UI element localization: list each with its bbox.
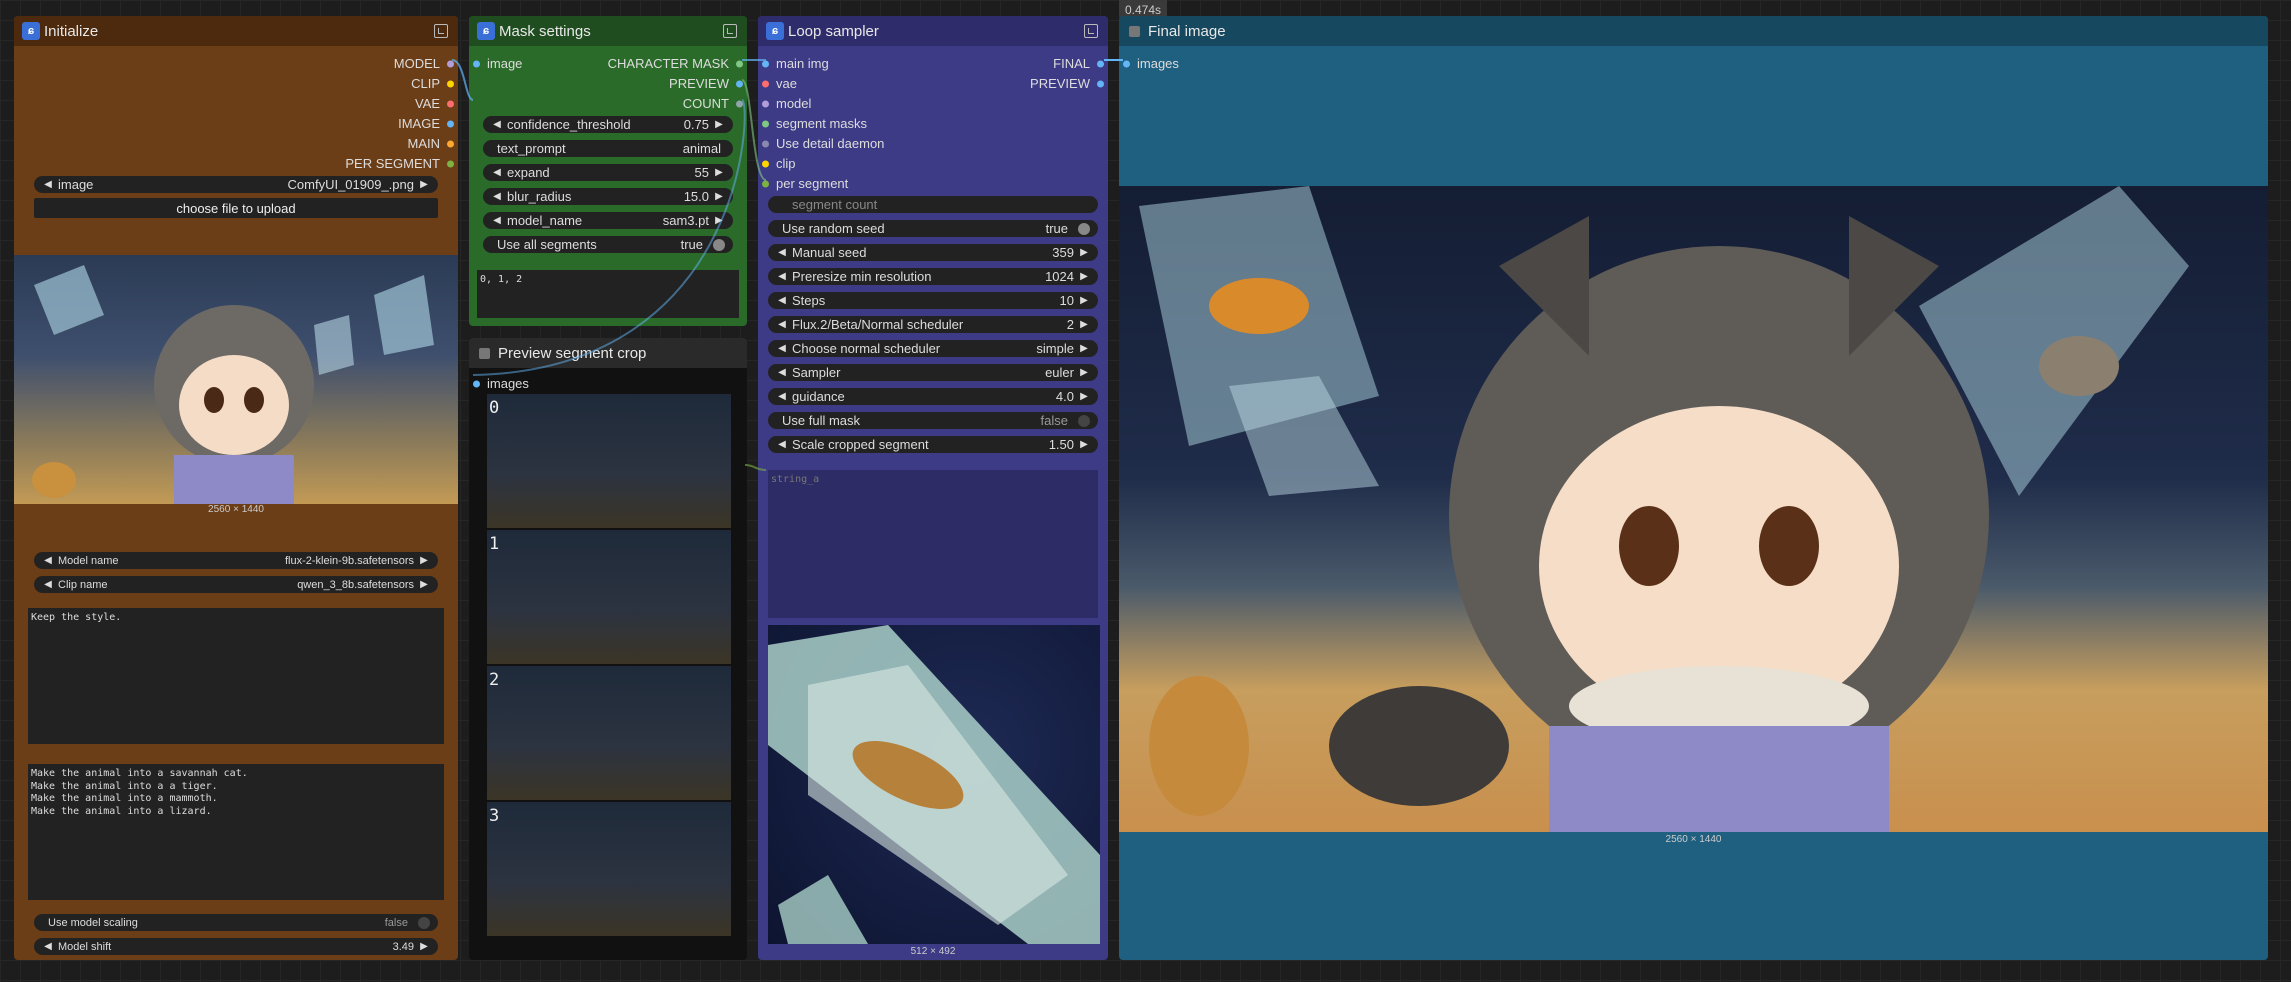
output-vae[interactable]: VAE [415, 96, 454, 111]
use-all-segments-toggle[interactable]: Use all segments true [483, 236, 733, 253]
collapse-square-icon[interactable] [479, 347, 490, 359]
string-a-textarea[interactable]: string_a [768, 470, 1098, 618]
confidence-threshold-widget[interactable]: ◀ confidence_threshold 0.75 ▶ [483, 116, 733, 133]
input-vae[interactable]: vae [762, 76, 797, 91]
upload-button[interactable]: choose file to upload [34, 198, 438, 218]
output-model[interactable]: MODEL [394, 56, 454, 71]
image-select-widget[interactable]: ◀ image ComfyUI_01909_.png ▶ [34, 176, 438, 193]
comfy-logo-icon: ɕ [477, 22, 495, 40]
segment-label-1: 1 [489, 534, 500, 554]
collapse-square-icon[interactable] [1129, 25, 1140, 37]
input-model[interactable]: model [762, 96, 811, 111]
scheduler-mode-widget[interactable]: ◀ Flux.2/Beta/Normal scheduler 2 ▶ [768, 316, 1098, 333]
sampler-widget[interactable]: ◀ Sampler euler ▶ [768, 364, 1098, 381]
raccoon-girl-final-illustration [1139, 186, 2189, 832]
crystal-lizard-closeup [768, 625, 1100, 944]
input-images[interactable]: images [1123, 56, 1179, 71]
loop-title-bar[interactable]: ɕ Loop sampler [758, 16, 1108, 46]
segment-prompts-textarea[interactable]: Make the animal into a savannah cat. Mak… [28, 764, 444, 900]
output-per-segment[interactable]: PER SEGMENT [345, 156, 454, 171]
output-final[interactable]: FINAL [1053, 56, 1104, 71]
use-model-scaling-toggle[interactable]: Use model scaling false [34, 914, 438, 931]
image-size-caption: 2560 × 1440 [208, 504, 264, 515]
scale-cropped-segment-widget[interactable]: ◀ Scale cropped segment 1.50 ▶ [768, 436, 1098, 453]
segment-index-textbox[interactable]: 0, 1, 2 [477, 270, 739, 318]
output-main[interactable]: MAIN [408, 136, 454, 151]
final-image-caption: 2560 × 1440 [1665, 834, 1722, 845]
input-segment-masks[interactable]: segment masks [762, 116, 867, 131]
final-image-node[interactable]: Final image images 2560 × 1440 [1119, 16, 2268, 960]
clip-name-widget[interactable]: ◀ Clip name qwen_3_8b.safetensors ▶ [34, 576, 438, 593]
segment-crop-3 [487, 802, 731, 936]
use-random-seed-toggle[interactable]: Use random seed true [768, 220, 1098, 237]
mask-title: Mask settings [499, 22, 591, 40]
mask-title-bar[interactable]: ɕ Mask settings [469, 16, 747, 46]
loop-sampler-node[interactable]: ɕ Loop sampler main img vae model segmen… [758, 16, 1108, 960]
model-name-widget[interactable]: ◀ Model name flux-2-klein-9b.safetensors ▶ [34, 552, 438, 569]
segment-label-0: 0 [489, 398, 500, 418]
input-images[interactable]: images [473, 376, 529, 391]
segment-label-2: 2 [489, 670, 500, 690]
normal-scheduler-widget[interactable]: ◀ Choose normal scheduler simple ▶ [768, 340, 1098, 357]
segment-crop-0 [487, 394, 731, 528]
use-full-mask-toggle[interactable]: Use full mask false [768, 412, 1098, 429]
input-image[interactable]: image [473, 56, 522, 71]
initialize-title: Initialize [44, 22, 99, 40]
final-title: Final image [1148, 22, 1226, 40]
segment-crop-2 [487, 666, 731, 800]
preview-segment-crop-node[interactable]: Preview segment crop images 0 1 2 3 [469, 338, 747, 960]
output-preview[interactable]: PREVIEW [669, 76, 743, 91]
model-shift-widget[interactable]: ◀ Model shift 3.49 ▶ [34, 938, 438, 955]
preresize-min-resolution-widget[interactable]: ◀ Preresize min resolution 1024 ▶ [768, 268, 1098, 285]
output-count[interactable]: COUNT [683, 96, 743, 111]
text-prompt-widget[interactable]: text_prompt animal [483, 140, 733, 157]
initialize-title-bar[interactable]: ɕ Initialize [14, 16, 458, 46]
manual-seed-widget[interactable]: ◀ Manual seed 359 ▶ [768, 244, 1098, 261]
segment-count-widget[interactable]: segment count [768, 196, 1098, 213]
mask-settings-node[interactable]: ɕ Mask settings image CHARACTER MASK PRE… [469, 16, 747, 326]
segment-preview-image [768, 625, 1100, 944]
output-clip[interactable]: CLIP [411, 76, 454, 91]
blur-radius-widget[interactable]: ◀ blur_radius 15.0 ▶ [483, 188, 733, 205]
final-output-image [1119, 186, 2268, 832]
segment-crop-1 [487, 530, 731, 664]
segment-preview-caption: 512 × 492 [910, 946, 956, 957]
preview-title-bar[interactable]: Preview segment crop [469, 338, 747, 368]
raccoon-girl-illustration [32, 265, 434, 504]
input-use-detail-daemon[interactable]: Use detail daemon [762, 136, 884, 151]
segment-label-3: 3 [489, 806, 500, 826]
comfy-logo-icon: ɕ [766, 22, 784, 40]
expand-widget[interactable]: ◀ expand 55 ▶ [483, 164, 733, 181]
preview-title: Preview segment crop [498, 344, 647, 362]
output-preview[interactable]: PREVIEW [1030, 76, 1104, 91]
steps-widget[interactable]: ◀ Steps 10 ▶ [768, 292, 1098, 309]
loop-title: Loop sampler [788, 22, 879, 40]
expand-icon[interactable] [434, 24, 448, 38]
expand-icon[interactable] [1084, 24, 1098, 38]
model-name-select-widget[interactable]: ◀ model_name sam3.pt ▶ [483, 212, 733, 229]
output-character-mask[interactable]: CHARACTER MASK [608, 56, 743, 71]
initialize-node[interactable]: ɕ Initialize MODEL CLIP VAE IMAGE MAIN P… [14, 16, 458, 960]
loaded-image-preview [14, 255, 458, 504]
expand-icon[interactable] [723, 24, 737, 38]
input-per-segment[interactable]: per segment [762, 176, 848, 191]
input-main-img[interactable]: main img [762, 56, 829, 71]
comfy-logo-icon: ɕ [22, 22, 40, 40]
input-clip[interactable]: clip [762, 156, 796, 171]
final-title-bar[interactable]: Final image [1119, 16, 2268, 46]
guidance-widget[interactable]: ◀ guidance 4.0 ▶ [768, 388, 1098, 405]
main-prompt-textarea[interactable]: Keep the style. [28, 608, 444, 744]
output-image[interactable]: IMAGE [398, 116, 454, 131]
